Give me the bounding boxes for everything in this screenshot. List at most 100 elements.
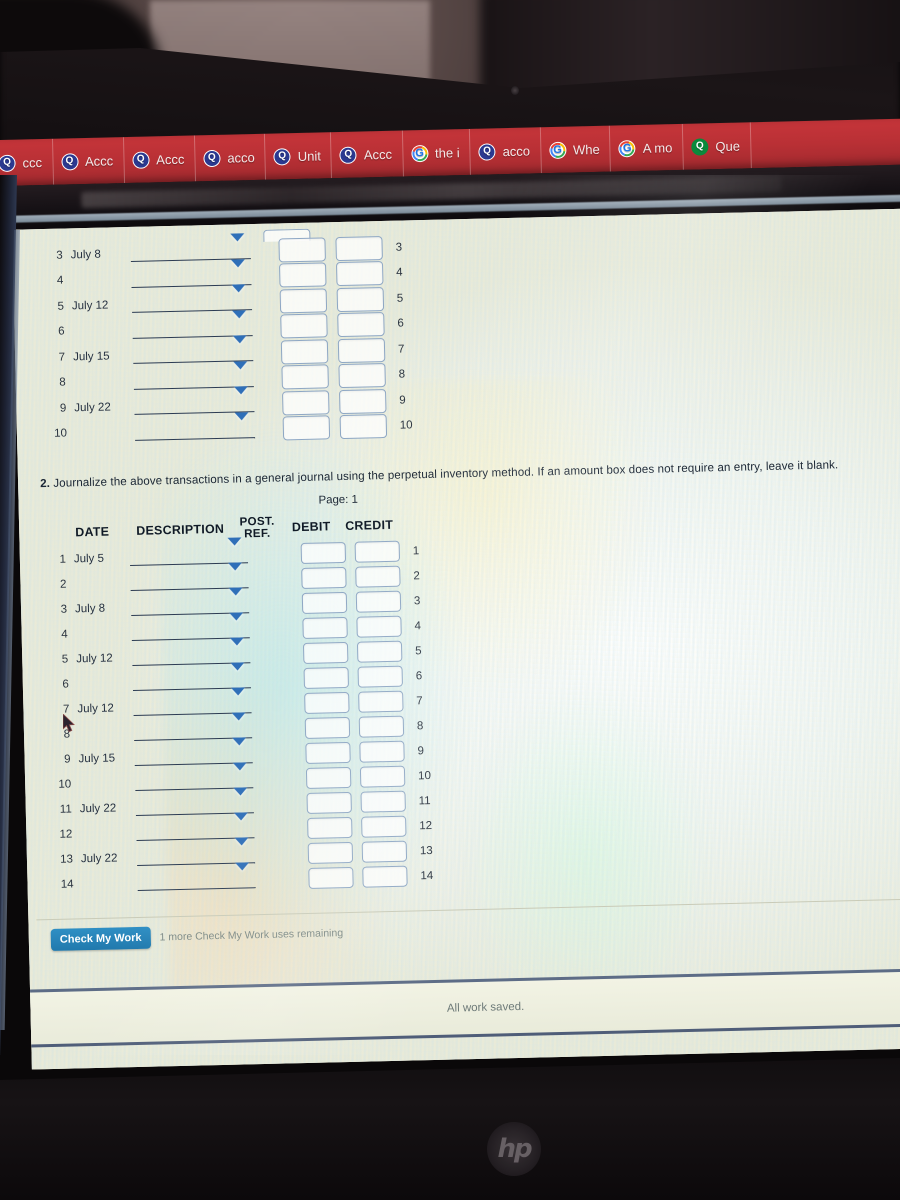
hp-logo: hp bbox=[487, 1122, 541, 1176]
debit-input[interactable] bbox=[281, 364, 329, 390]
check-my-work-button[interactable]: Check My Work bbox=[50, 926, 151, 952]
browser-tab[interactable]: the i bbox=[402, 128, 472, 177]
debit-input[interactable] bbox=[302, 616, 348, 640]
debit-input[interactable] bbox=[307, 841, 354, 864]
debit-input[interactable] bbox=[281, 390, 330, 416]
credit-input[interactable] bbox=[335, 261, 384, 287]
chevron-down-icon[interactable] bbox=[228, 562, 243, 571]
credit-input[interactable] bbox=[357, 665, 403, 688]
credit-input[interactable] bbox=[359, 740, 405, 763]
debit-input[interactable] bbox=[282, 415, 331, 441]
browser-tab[interactable]: Whe bbox=[540, 125, 612, 174]
chevron-down-icon[interactable] bbox=[234, 411, 249, 421]
debit-input[interactable] bbox=[303, 666, 350, 689]
chevron-down-icon[interactable] bbox=[230, 687, 246, 696]
date-cell bbox=[71, 782, 135, 784]
credit-input[interactable] bbox=[362, 865, 408, 888]
date-cell: July 8 bbox=[70, 248, 101, 262]
browser-tab[interactable]: Q Unit bbox=[265, 132, 333, 180]
credit-input[interactable] bbox=[360, 790, 406, 813]
chevron-down-icon[interactable] bbox=[229, 612, 244, 621]
chevron-down-icon[interactable] bbox=[232, 335, 247, 344]
debit-input[interactable] bbox=[278, 237, 326, 263]
debit-input[interactable] bbox=[301, 591, 348, 615]
header-debit: DEBIT bbox=[291, 519, 331, 535]
chevron-down-icon[interactable] bbox=[231, 712, 246, 721]
debit-input[interactable] bbox=[278, 262, 327, 288]
browser-tab[interactable]: Q Que bbox=[682, 122, 752, 170]
credit-input[interactable] bbox=[337, 312, 385, 338]
debit-input[interactable] bbox=[305, 766, 352, 789]
row-number-right: 7 bbox=[397, 343, 405, 356]
date-cell bbox=[68, 633, 132, 635]
browser-tab[interactable]: Q Accc bbox=[331, 130, 404, 179]
debit-input[interactable] bbox=[308, 866, 354, 889]
top-journal-table: 3 July 8 3 4 4 5 July 12 5 6 6 7 July 15… bbox=[34, 233, 426, 447]
debit-input[interactable] bbox=[280, 313, 328, 339]
chevron-down-icon[interactable] bbox=[233, 812, 249, 821]
browser-tab[interactable]: Q acco bbox=[470, 127, 542, 175]
chevron-down-icon[interactable] bbox=[233, 360, 248, 370]
chevron-down-icon[interactable] bbox=[230, 233, 245, 242]
description-cell[interactable] bbox=[134, 411, 256, 441]
debit-input[interactable] bbox=[302, 641, 349, 664]
chevron-down-icon[interactable] bbox=[233, 386, 249, 395]
chevron-down-icon[interactable] bbox=[235, 862, 250, 871]
credit-input[interactable] bbox=[338, 388, 387, 414]
chevron-down-icon[interactable] bbox=[232, 309, 247, 319]
credit-input[interactable] bbox=[356, 640, 403, 663]
credit-input[interactable] bbox=[339, 414, 388, 440]
credit-input[interactable] bbox=[361, 840, 408, 863]
credit-input[interactable] bbox=[337, 337, 386, 363]
browser-tab[interactable]: A mo bbox=[610, 123, 684, 172]
chevron-down-icon[interactable] bbox=[232, 762, 247, 771]
date-cell: July 8 bbox=[74, 602, 106, 615]
debit-input[interactable] bbox=[300, 541, 347, 565]
debit-input[interactable] bbox=[279, 288, 328, 314]
credit-input[interactable] bbox=[361, 815, 407, 838]
credit-input[interactable] bbox=[358, 690, 404, 713]
debit-input[interactable] bbox=[304, 716, 351, 739]
debit-input[interactable] bbox=[305, 741, 351, 764]
credit-input[interactable] bbox=[338, 363, 386, 389]
chevron-down-icon[interactable] bbox=[227, 537, 242, 546]
chevron-down-icon[interactable] bbox=[230, 662, 245, 671]
chevron-down-icon[interactable] bbox=[234, 837, 249, 846]
debit-input[interactable] bbox=[306, 791, 352, 814]
chevron-down-icon[interactable] bbox=[230, 259, 246, 268]
chevron-down-icon[interactable] bbox=[233, 787, 248, 796]
row-number-right: 14 bbox=[420, 869, 434, 882]
credit-input[interactable] bbox=[355, 565, 401, 588]
credit-input[interactable] bbox=[355, 590, 402, 613]
date-cell: July 12 bbox=[77, 701, 114, 715]
chevron-down-icon[interactable] bbox=[232, 737, 247, 746]
date-cell: July 5 bbox=[73, 552, 105, 565]
chevron-down-icon[interactable] bbox=[229, 637, 244, 646]
row-number-right: 4 bbox=[414, 619, 422, 632]
chevron-down-icon[interactable] bbox=[231, 284, 246, 293]
row-number: 14 bbox=[60, 877, 74, 891]
debit-input[interactable] bbox=[304, 691, 350, 714]
quizlet-q-icon: Q bbox=[60, 152, 79, 171]
browser-tab[interactable]: Q Accc bbox=[123, 135, 196, 184]
credit-input[interactable] bbox=[335, 235, 383, 261]
chevron-down-icon[interactable] bbox=[228, 587, 243, 596]
credit-input[interactable] bbox=[336, 286, 385, 312]
debit-input[interactable] bbox=[280, 339, 329, 365]
credit-input[interactable] bbox=[356, 615, 402, 638]
row-number: 2 bbox=[59, 578, 67, 591]
credit-input[interactable] bbox=[359, 765, 406, 788]
debit-input[interactable] bbox=[301, 566, 347, 590]
credit-input[interactable] bbox=[354, 540, 401, 563]
credit-input[interactable] bbox=[358, 715, 405, 738]
tab-label: Accc bbox=[363, 146, 393, 162]
debit-input[interactable] bbox=[307, 816, 353, 839]
row-number: 6 bbox=[62, 678, 69, 691]
browser-tab[interactable]: Q acco bbox=[194, 133, 267, 182]
tab-label: Unit bbox=[297, 147, 322, 164]
description-cell[interactable] bbox=[137, 862, 256, 891]
row-number-right: 12 bbox=[419, 819, 433, 832]
browser-tab[interactable]: Q Accc bbox=[52, 137, 125, 185]
